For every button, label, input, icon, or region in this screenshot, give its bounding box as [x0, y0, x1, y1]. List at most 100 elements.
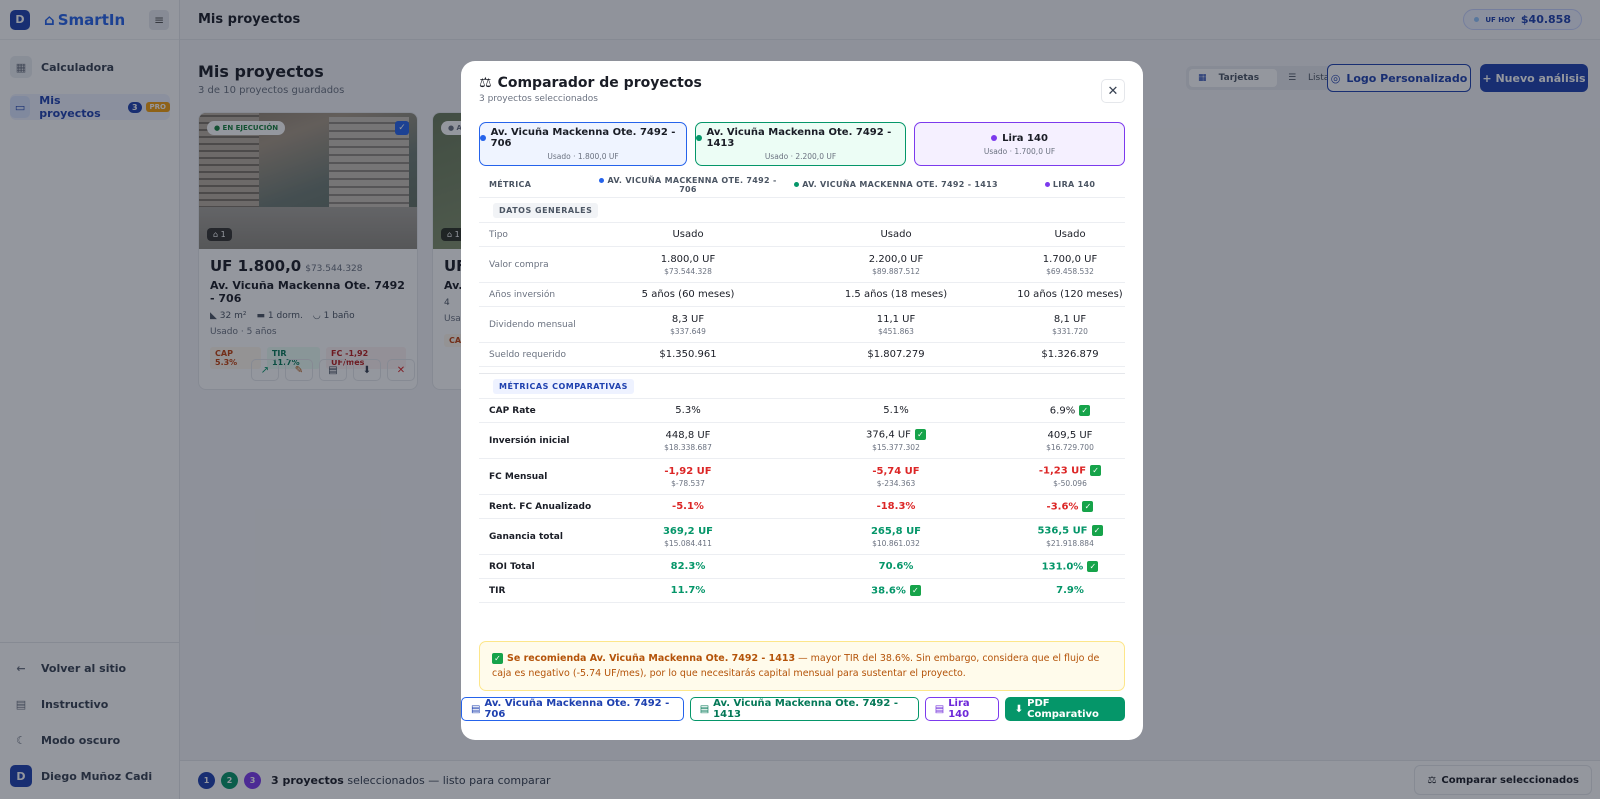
cell-value: -1,92 UF — [664, 465, 712, 477]
cell-value: 11.7% — [670, 585, 706, 596]
close-icon[interactable]: ✕ — [1101, 79, 1125, 103]
cell: 1.700,0 UF $69.458.532 — [1015, 254, 1125, 276]
row-label: FC Mensual — [489, 471, 548, 482]
cell: 1.800,0 UF $73.544.328 — [599, 254, 777, 276]
cell-subvalue: $16.729.700 — [1046, 442, 1094, 452]
cell-subvalue: $15.084.411 — [664, 538, 712, 548]
cell: $1.326.879 — [1015, 349, 1125, 360]
clipboard-icon: ▤ — [934, 703, 945, 715]
row-label: Inversión inicial — [489, 435, 570, 446]
cell-subvalue: $451.863 — [878, 326, 914, 336]
cell-value: 448,8 UF — [665, 429, 711, 441]
header-project-1: AV. VICUÑA MACKENNA OTE. 7492 - 706 — [599, 176, 777, 194]
cell-value: 8,1 UF — [1053, 313, 1087, 325]
cell-value: 70.6% — [878, 561, 914, 572]
cell: 536,5 UF ✓ $21.918.884 — [1015, 525, 1125, 548]
cell: 70.6% — [777, 561, 1015, 572]
row-label: CAP Rate — [489, 405, 536, 416]
cell: 265,8 UF $10.861.032 — [777, 526, 1015, 548]
pdf-comparativo-button[interactable]: ⬇ PDF Comparativo — [1004, 697, 1125, 721]
section-general: DATOS GENERALES — [479, 198, 1125, 223]
cell-value: 376,4 UF — [866, 429, 911, 441]
cell-value: 369,2 UF — [662, 525, 714, 537]
cell: 8,3 UF $337.649 — [599, 314, 777, 336]
project-tab-name: Lira 140 — [1002, 132, 1048, 144]
row-label: TIR — [489, 585, 506, 596]
table-row: CAP Rate 5.3% 5.1% 6.9% ✓ — [479, 399, 1125, 423]
cell-subvalue: $10.861.032 — [872, 538, 920, 548]
best-check-icon: ✓ — [1087, 560, 1099, 572]
download-icon: ⬇ — [1014, 703, 1024, 715]
table-row: Tipo Usado Usado Usado — [479, 223, 1125, 247]
modal-footer: ▤ Av. Vicuña Mackenna Ote. 7492 - 706 ▤ Av… — [461, 697, 1125, 721]
clipboard-icon: ▤ — [471, 703, 481, 715]
project-tab-2[interactable]: Av. Vicuña Mackenna Ote. 7492 - 1413 Usa… — [695, 122, 906, 166]
clipboard-icon: ▤ — [699, 703, 710, 715]
modal-subtitle: 3 proyectos seleccionados — [479, 94, 598, 104]
cell-value: 7.9% — [1056, 585, 1084, 596]
cell-subvalue: $15.377.302 — [872, 442, 920, 452]
project-report-button-2[interactable]: ▤ Av. Vicuña Mackenna Ote. 7492 - 1413 — [689, 697, 919, 721]
cell: 5.1% — [777, 405, 1015, 416]
cell-value: 6.9% — [1049, 405, 1076, 417]
cell-value: 5.3% — [675, 405, 701, 416]
cell-value: 8,3 UF — [671, 313, 705, 325]
row-label: Rent. FC Anualizado — [489, 501, 592, 512]
cell: 448,8 UF $18.338.687 — [599, 430, 777, 452]
table-row: Años inversión 5 años (60 meses) 1.5 años … — [479, 283, 1125, 307]
cell-value: 10 años (120 meses) — [1017, 289, 1123, 300]
project-tab-1[interactable]: Av. Vicuña Mackenna Ote. 7492 - 706 Usad… — [479, 122, 687, 166]
header-metric: MÉTRICA — [489, 180, 532, 189]
table-row: Rent. FC Anualizado -5.1% -18.3% -3.6% ✓ — [479, 495, 1125, 519]
metric-rows: CAP Rate 5.3% 5.1% 6.9% ✓ Inversión inicial 44… — [479, 399, 1125, 603]
cell-value: 536,5 UF — [1037, 525, 1088, 537]
cell: 409,5 UF $16.729.700 — [1015, 430, 1125, 452]
cell-subvalue: $337.649 — [670, 326, 706, 336]
cell: 5.3% — [599, 405, 777, 416]
cell: 8,1 UF $331.720 — [1015, 314, 1125, 336]
table-row: Ganancia total 369,2 UF $15.084.411 265,8 U… — [479, 519, 1125, 555]
best-check-icon: ✓ — [1091, 525, 1103, 537]
check-icon: ✓ — [492, 653, 503, 664]
cell: 82.3% — [599, 561, 777, 572]
cell: 7.9% — [1015, 585, 1125, 596]
best-check-icon: ✓ — [1082, 500, 1094, 512]
recommendation-box: ✓ Se recomienda Av. Vicuña Mackenna Ote. … — [479, 641, 1125, 691]
cell-value: $1.350.961 — [659, 349, 717, 360]
project-report-button-3[interactable]: ▤ Lira 140 — [924, 697, 999, 721]
table-row: TIR 11.7% 38.6% ✓ 7.9% — [479, 579, 1125, 603]
best-check-icon: ✓ — [914, 429, 926, 441]
cell-value: 1.800,0 UF — [660, 253, 716, 265]
row-label: Años inversión — [489, 289, 556, 300]
project-tabs: Av. Vicuña Mackenna Ote. 7492 - 706 Usad… — [479, 122, 1125, 166]
best-check-icon: ✓ — [1079, 404, 1091, 416]
cell-subvalue: $89.887.512 — [872, 266, 920, 276]
cell: 38.6% ✓ — [777, 584, 1015, 596]
cell: 1.5 años (18 meses) — [777, 289, 1015, 300]
table-header: MÉTRICA AV. VICUÑA MACKENNA OTE. 7492 - … — [479, 172, 1125, 198]
cell-subvalue: $-234.363 — [876, 478, 916, 488]
cell-subvalue: $18.338.687 — [664, 442, 712, 452]
row-label: ROI Total — [489, 561, 535, 572]
cell-value: 82.3% — [670, 561, 706, 572]
cell-value: 5 años (60 meses) — [641, 289, 735, 300]
modal-title: ⚖ Comparador de proyectos — [479, 75, 1125, 91]
recommendation-lead: Se recomienda Av. Vicuña Mackenna Ote. 7… — [507, 653, 796, 664]
section-label: DATOS GENERALES — [493, 202, 599, 218]
best-check-icon: ✓ — [909, 584, 921, 596]
project-report-button-1[interactable]: ▤ Av. Vicuña Mackenna Ote. 7492 - 706 — [461, 697, 684, 721]
best-check-icon: ✓ — [1090, 465, 1102, 477]
cell: -1,92 UF $-78.537 — [599, 466, 777, 488]
row-label: Dividendo mensual — [489, 319, 576, 330]
cell-value: Usado — [880, 229, 912, 240]
header-project-3: LIRA 140 — [1015, 180, 1125, 189]
cell: -1,23 UF ✓ $-50.096 — [1015, 465, 1125, 488]
row-label: Sueldo requerido — [489, 349, 566, 360]
cell: -5.1% — [599, 501, 777, 512]
cell-value: 265,8 UF — [870, 525, 922, 537]
cell: 11.7% — [599, 585, 777, 596]
cell-value: 409,5 UF — [1047, 429, 1093, 441]
cell: 131.0% ✓ — [1015, 560, 1125, 572]
project-tab-3[interactable]: Lira 140 Usado · 1.700,0 UF — [914, 122, 1125, 166]
cell-value: -3.6% — [1046, 501, 1079, 513]
